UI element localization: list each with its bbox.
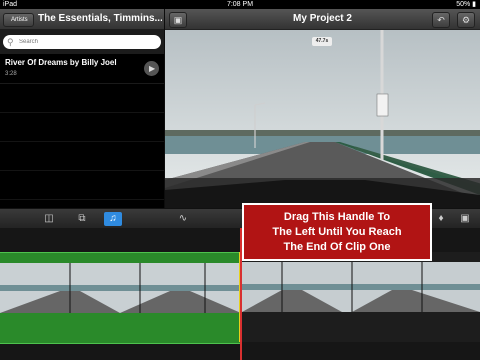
photos-icon: ⧉ (78, 213, 86, 224)
callout-line-3: The End Of Clip One (283, 241, 391, 253)
instruction-callout: Drag This Handle To The Left Until You R… (242, 203, 432, 261)
preview-frame (165, 30, 480, 208)
undo-icon: ↶ (437, 15, 445, 25)
list-divider (0, 199, 164, 200)
play-button[interactable]: ▶ (144, 61, 159, 76)
music-icon: ♫ (109, 213, 117, 224)
video-clips-button[interactable]: ◫ (40, 212, 58, 226)
search-input[interactable] (19, 36, 153, 48)
callout-line-2: The Left Until You Reach (272, 226, 402, 238)
music-browser-pane: Artists The Essentials, Timmins... ⚲ Riv… (0, 9, 164, 208)
audio-waveform-icon: ∿ (178, 213, 188, 224)
undo-button[interactable]: ↶ (432, 12, 450, 28)
settings-icon: ⚙ (461, 15, 471, 25)
clips-icon: ◫ (44, 213, 54, 224)
search-bar: ⚲ (0, 29, 164, 54)
song-title: River Of Dreams by Billy Joel (5, 58, 117, 67)
clip-one-thumbnails (0, 263, 241, 313)
battery-indicator: 50% ▮ (456, 1, 476, 8)
audio-waveform-button[interactable]: ∿ (174, 212, 192, 226)
camera-button[interactable]: ▣ (456, 212, 474, 226)
microphone-icon: ♦ (438, 213, 444, 224)
list-divider (0, 112, 164, 113)
camera-icon: ▣ (460, 213, 470, 224)
audio-button[interactable]: ♫ (104, 212, 122, 226)
music-nav-bar: Artists The Essentials, Timmins... (0, 9, 164, 30)
clock: 7:08 PM (226, 1, 254, 8)
song-row[interactable]: River Of Dreams by Billy Joel 3:28 ▶ (0, 54, 164, 84)
clip-two-thumbnails (242, 262, 480, 312)
search-icon: ⚲ (7, 37, 14, 47)
song-duration: 3:28 (5, 71, 17, 77)
clip-two[interactable] (242, 252, 480, 342)
album-title: The Essentials, Timmins... (38, 13, 162, 24)
record-audio-button[interactable]: ♦ (432, 212, 450, 226)
status-bar: iPad 7:08 PM 50% ▮ (0, 0, 480, 9)
play-icon: ▶ (149, 64, 156, 73)
zoom-badge: 47.7s (312, 37, 332, 46)
battery-percent: 50% (456, 1, 471, 8)
list-divider (0, 141, 164, 142)
clip-one[interactable] (0, 252, 241, 344)
project-header: ▣ My Project 2 ↶ ⚙ (165, 9, 480, 30)
list-divider (0, 170, 164, 171)
settings-button[interactable]: ⚙ (457, 12, 475, 28)
search-field[interactable]: ⚲ (3, 35, 161, 49)
photos-button[interactable]: ⧉ (73, 212, 91, 226)
callout-line-1: Drag This Handle To (283, 211, 391, 223)
video-preview[interactable]: 47.7s (165, 30, 480, 208)
artists-back-button[interactable]: Artists (3, 13, 34, 27)
